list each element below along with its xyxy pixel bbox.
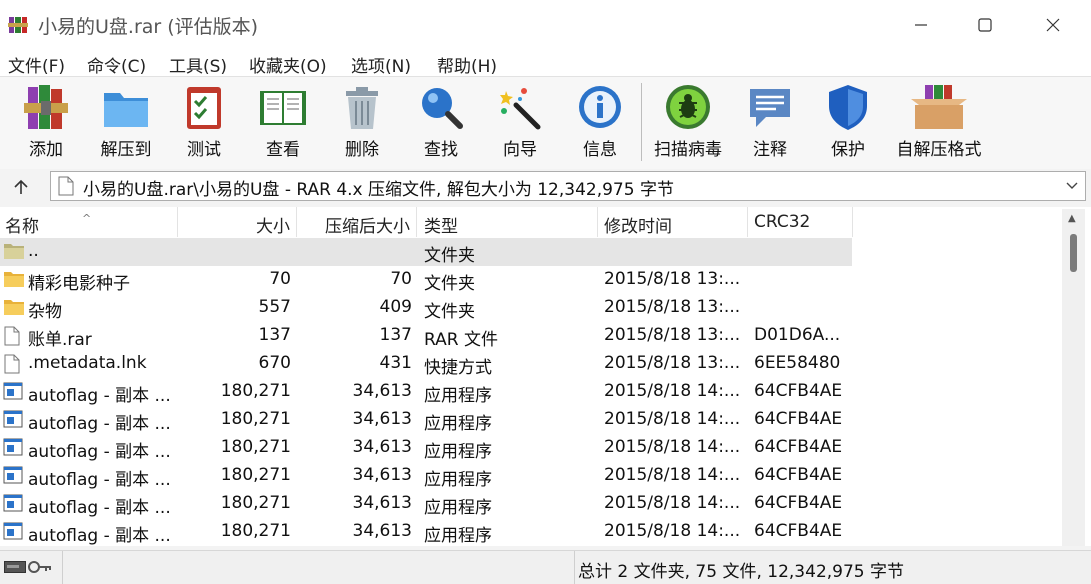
column-header-name[interactable]: 名称 ^ xyxy=(0,207,178,237)
list-item[interactable]: 账单.rar 137 137 RAR 文件 2015/8/18 13:... D… xyxy=(0,322,1060,350)
delete-button[interactable]: 删除 xyxy=(330,81,394,167)
chevron-down-icon[interactable] xyxy=(1065,178,1079,192)
find-button[interactable]: 查找 xyxy=(409,81,473,167)
folder-extract-icon xyxy=(104,93,148,127)
title-bar[interactable]: 小易的U盘.rar (评估版本) xyxy=(0,0,1091,50)
shield-icon xyxy=(829,85,867,130)
list-item[interactable]: 杂物 557 409 文件夹 2015/8/18 13:... xyxy=(0,294,1060,322)
up-one-level-button[interactable] xyxy=(8,174,34,200)
scan-virus-button[interactable]: 扫描病毒 xyxy=(648,81,728,167)
column-header-size[interactable]: 大小 xyxy=(178,207,297,237)
list-item[interactable]: autoflag - 副本 ... 180,271 34,613 应用程序 20… xyxy=(0,462,1060,490)
test-button[interactable]: 测试 xyxy=(172,81,236,167)
minimize-icon xyxy=(915,24,927,26)
key-icon[interactable] xyxy=(28,559,52,575)
winrar-app-icon xyxy=(8,17,28,33)
drive-icon[interactable] xyxy=(4,561,26,573)
file-icon xyxy=(4,354,20,374)
bug-scan-icon xyxy=(666,85,710,129)
open-book-icon xyxy=(260,91,306,125)
menu-favorites[interactable]: 收藏夹(O) xyxy=(249,52,327,77)
exe-icon xyxy=(3,466,23,484)
list-item[interactable]: .. 文件夹 xyxy=(0,238,852,266)
scrollbar-thumb[interactable] xyxy=(1070,234,1077,272)
exe-icon xyxy=(3,522,23,540)
exe-icon xyxy=(3,438,23,456)
toolbar-separator xyxy=(641,83,642,161)
toolbar: 添加 解压到 测试 查看 删除 查找 向导 信息 扫描病毒 注释 保护 自解压格… xyxy=(0,77,1091,169)
arrow-up-icon xyxy=(14,179,28,194)
menu-help[interactable]: 帮助(H) xyxy=(437,52,497,77)
comment-icon xyxy=(750,89,790,127)
info-icon xyxy=(579,86,621,128)
maximize-button[interactable] xyxy=(954,0,1016,50)
protect-button[interactable]: 保护 xyxy=(816,81,880,167)
magic-wand-icon xyxy=(500,88,541,130)
comment-button[interactable]: 注释 xyxy=(738,81,802,167)
column-header-packed[interactable]: 压缩后大小 xyxy=(297,207,417,237)
list-item[interactable]: 精彩电影种子 70 70 文件夹 2015/8/18 13:... xyxy=(0,266,1060,294)
column-header-type[interactable]: 类型 xyxy=(417,207,598,237)
exe-icon xyxy=(3,382,23,400)
status-bar: 总计 2 文件夹, 75 文件, 12,342,975 字节 xyxy=(0,550,1091,584)
list-item[interactable]: autoflag - 副本 ... 180,271 34,613 应用程序 20… xyxy=(0,434,1060,462)
menu-tools[interactable]: 工具(S) xyxy=(169,52,227,77)
extract-to-button[interactable]: 解压到 xyxy=(94,81,158,167)
folder-icon xyxy=(4,272,24,287)
list-item[interactable]: autoflag - 副本 ... 180,271 34,613 应用程序 20… xyxy=(0,490,1060,518)
scroll-up-icon[interactable]: ▲ xyxy=(1068,213,1076,224)
list-item[interactable]: autoflag - 副本 ... 180,271 34,613 应用程序 20… xyxy=(0,406,1060,434)
winrar-window: 小易的U盘.rar (评估版本) 文件(F) 命令(C) 工具(S) 收藏夹(O… xyxy=(0,0,1091,584)
view-button[interactable]: 查看 xyxy=(251,81,315,167)
maximize-icon xyxy=(978,18,992,32)
folder-up-icon xyxy=(4,244,24,259)
close-icon xyxy=(1046,18,1060,32)
trash-can-icon xyxy=(346,87,378,129)
path-field[interactable]: 小易的U盘.rar\小易的U盘 - RAR 4.x 压缩文件, 解包大小为 12… xyxy=(50,171,1086,201)
window-title: 小易的U盘.rar (评估版本) xyxy=(38,16,259,38)
address-bar: 小易的U盘.rar\小易的U盘 - RAR 4.x 压缩文件, 解包大小为 12… xyxy=(0,170,1091,204)
column-header-modified[interactable]: 修改时间 xyxy=(598,207,748,237)
status-summary: 总计 2 文件夹, 75 文件, 12,342,975 字节 xyxy=(578,562,905,582)
list-item[interactable]: autoflag - 副本 ... 180,271 34,613 应用程序 20… xyxy=(0,518,1060,546)
books-add-icon xyxy=(24,85,68,129)
minimize-button[interactable] xyxy=(890,0,952,50)
file-icon xyxy=(4,326,20,346)
file-icon xyxy=(58,176,74,196)
add-button[interactable]: 添加 xyxy=(14,81,78,167)
menu-bar: 文件(F) 命令(C) 工具(S) 收藏夹(O) 选项(N) 帮助(H) xyxy=(0,50,1091,77)
exe-icon xyxy=(3,494,23,512)
vertical-scrollbar[interactable]: ▲ xyxy=(1062,209,1085,546)
status-divider xyxy=(574,551,575,584)
clipboard-check-icon xyxy=(187,87,221,129)
sfx-box-icon xyxy=(911,85,967,129)
exe-icon xyxy=(3,410,23,428)
folder-icon xyxy=(4,300,24,315)
list-item[interactable]: autoflag - 副本 ... 180,271 34,613 应用程序 20… xyxy=(0,378,1060,406)
file-list: 名称 ^ 大小 压缩后大小 类型 修改时间 CRC32 .. 文件夹 精彩电影种子… xyxy=(0,207,1091,546)
menu-commands[interactable]: 命令(C) xyxy=(87,52,146,77)
sort-ascending-icon: ^ xyxy=(82,212,92,225)
info-button[interactable]: 信息 xyxy=(568,81,632,167)
path-text: 小易的U盘.rar\小易的U盘 - RAR 4.x 压缩文件, 解包大小为 12… xyxy=(83,180,674,200)
menu-options[interactable]: 选项(N) xyxy=(351,52,411,77)
status-icons xyxy=(0,551,63,584)
list-item[interactable]: .metadata.lnk 670 431 快捷方式 2015/8/18 13:… xyxy=(0,350,1060,378)
wizard-button[interactable]: 向导 xyxy=(488,81,552,167)
close-button[interactable] xyxy=(1022,0,1084,50)
menu-file[interactable]: 文件(F) xyxy=(8,52,65,77)
magnifier-icon xyxy=(422,88,463,129)
column-header-crc32[interactable]: CRC32 xyxy=(748,207,853,237)
sfx-button[interactable]: 自解压格式 xyxy=(892,81,986,167)
